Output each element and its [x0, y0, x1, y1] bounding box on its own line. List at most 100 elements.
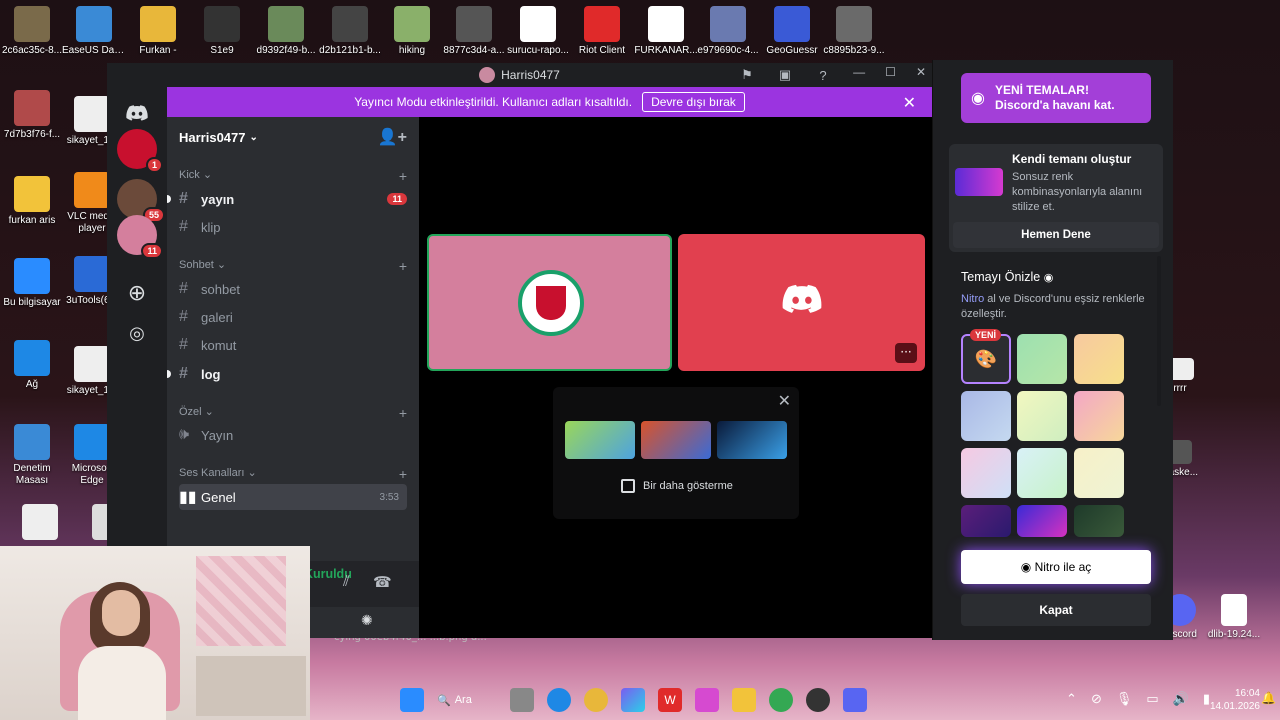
activity-thumbnail-1[interactable]	[565, 421, 635, 459]
channel-komut[interactable]: # komut	[179, 332, 407, 358]
minimize-button[interactable]: —	[853, 65, 865, 79]
chevron-up-icon[interactable]: ⌃	[1066, 691, 1077, 707]
desktop-icon-top-12[interactable]: GeoGuessr	[760, 6, 824, 57]
inbox-icon[interactable]: ▣	[776, 66, 794, 84]
theme-swatch[interactable]	[961, 505, 1011, 537]
create-channel-icon[interactable]: +	[399, 405, 407, 421]
noise-suppression-icon[interactable]: ⫽	[343, 573, 350, 590]
theme-swatch[interactable]	[1074, 334, 1124, 384]
theme-swatch[interactable]	[1074, 448, 1124, 498]
search-button[interactable]: 🔍 Ara	[437, 688, 497, 712]
channel-log[interactable]: # log	[167, 361, 407, 387]
add-server-icon[interactable]: ⊕	[117, 273, 157, 313]
new-themes-banner[interactable]: ◉ YENİ TEMALAR! Discord'a havanı kat.	[961, 73, 1151, 123]
theme-swatch[interactable]	[1074, 505, 1124, 537]
create-channel-icon[interactable]: +	[399, 258, 407, 274]
more-options-icon[interactable]: ···	[895, 343, 917, 363]
desktop-icon-left-6[interactable]: Ağ	[0, 340, 64, 391]
desktop-icon-top-1[interactable]: EaseUS Data Recovery	[62, 6, 126, 57]
disconnect-icon[interactable]: ☎	[373, 573, 392, 591]
theme-swatch[interactable]	[961, 448, 1011, 498]
edge-icon[interactable]	[547, 688, 571, 712]
participant-tile-2[interactable]: ···	[678, 234, 925, 371]
desktop-icon-top-11[interactable]: e979690c-4...	[696, 6, 760, 57]
theme-swatch[interactable]	[1017, 505, 1067, 537]
file-explorer-icon[interactable]	[732, 688, 756, 712]
category-sohbet[interactable]: Sohbet ⌄ +	[179, 258, 407, 274]
flag-icon[interactable]: ⚑	[738, 66, 756, 84]
close-popup-icon[interactable]: ✕	[778, 391, 791, 410]
scrollbar[interactable]	[1157, 256, 1161, 406]
help-icon[interactable]: ?	[814, 66, 832, 84]
maximize-button[interactable]: ☐	[885, 65, 896, 79]
desktop-icon-top-6[interactable]: hiking	[380, 6, 444, 57]
display-icon[interactable]: ▭	[1146, 691, 1158, 707]
battery-icon[interactable]: ▮	[1203, 691, 1210, 707]
store-icon[interactable]	[695, 688, 719, 712]
desktop-icon-top-9[interactable]: Riot Client	[570, 6, 634, 57]
start-menu-icon[interactable]	[400, 688, 424, 712]
activity-thumbnail-3[interactable]	[717, 421, 787, 459]
close-notice-icon[interactable]: ✕	[903, 93, 916, 113]
theme-swatch[interactable]	[1074, 391, 1124, 441]
chrome-icon[interactable]	[584, 688, 608, 712]
dont-show-again-checkbox[interactable]: Bir daha gösterme	[621, 479, 733, 493]
desktop-icon-left-2[interactable]: furkan aris	[0, 176, 64, 227]
unlock-with-nitro-button[interactable]: ◉ Nitro ile aç	[961, 550, 1151, 584]
participant-tile-1[interactable]	[427, 234, 672, 371]
close-panel-button[interactable]: Kapat	[961, 594, 1151, 626]
volume-icon[interactable]: 🔊	[1173, 691, 1189, 707]
discover-icon[interactable]: ◎	[117, 313, 157, 353]
desktop-icon-top-2[interactable]: Furkan -	[126, 6, 190, 57]
discord-taskbar-icon[interactable]	[843, 688, 867, 712]
desktop-icon-top-7[interactable]: 8877c3d4-a...	[442, 6, 506, 57]
theme-swatch[interactable]	[1017, 448, 1067, 498]
channel-sohbet[interactable]: # sohbet	[179, 276, 407, 302]
desktop-icon-top-3[interactable]: S1e9	[190, 6, 254, 57]
discord-home-icon[interactable]	[117, 93, 157, 133]
copilot-icon[interactable]	[621, 688, 645, 712]
disable-streamer-mode-button[interactable]: Devre dışı bırak	[642, 92, 745, 112]
desktop-icon-top-4[interactable]: d9392f49-b...	[254, 6, 318, 57]
notification-bell-icon[interactable]: 🔔	[1261, 691, 1276, 705]
channel-genel-voice[interactable]: ▮▮ Genel 3:53	[179, 484, 407, 510]
server-icon-3[interactable]: 11	[117, 215, 163, 259]
desktop-icon-top-10[interactable]: FURKANAR...	[634, 6, 698, 57]
category-kick[interactable]: Kick ⌄ +	[179, 168, 407, 184]
create-channel-icon[interactable]: +	[399, 168, 407, 184]
channel-yayin-voice[interactable]: 🕪 Yayın	[179, 422, 407, 448]
desktop-icon-top-13[interactable]: c8895b23-9...	[822, 6, 886, 57]
category-ses-kanallari[interactable]: Ses Kanalları ⌄ +	[179, 466, 407, 482]
channel-klip[interactable]: # klip	[179, 214, 407, 240]
desktop-icon-dlib[interactable]: dlib-19.24...	[1202, 594, 1266, 641]
create-channel-icon[interactable]: +	[399, 466, 407, 482]
theme-swatch[interactable]	[1017, 334, 1067, 384]
invite-people-icon[interactable]: 👤+	[378, 127, 407, 147]
theme-swatch[interactable]	[961, 391, 1011, 441]
close-window-button[interactable]: ✕	[916, 65, 926, 79]
nitro-link[interactable]: Nitro	[961, 293, 984, 305]
microphone-icon[interactable]: 🎙	[1116, 691, 1133, 707]
server-icon-2[interactable]: 55	[117, 179, 165, 223]
network-off-icon[interactable]: ⊘	[1091, 691, 1102, 707]
desktop-icon-top-8[interactable]: surucu-rapo...	[506, 6, 570, 57]
soundboard-button[interactable]: ✺	[335, 607, 407, 638]
activity-thumbnail-codenames[interactable]	[641, 421, 711, 459]
server-icon-1[interactable]: 1	[117, 129, 163, 173]
channel-yayin[interactable]: # yayın 11	[167, 186, 407, 212]
try-now-button[interactable]: Hemen Dene	[953, 222, 1159, 248]
recycle-bin-icon[interactable]	[8, 504, 72, 543]
desktop-icon-top-5[interactable]: d2b121b1-b...	[318, 6, 382, 57]
desktop-icon-left-0[interactable]: 7d7b3f76-f...	[0, 90, 64, 141]
desktop-icon-left-4[interactable]: Bu bilgisayar	[0, 258, 64, 309]
server-header[interactable]: Harris0477 ⌄ 👤+	[167, 117, 419, 157]
theme-swatch-custom[interactable]: 🎨	[961, 334, 1011, 384]
category-ozel[interactable]: Özel ⌄ +	[179, 405, 407, 421]
task-view-icon[interactable]	[510, 688, 534, 712]
app-icon-w[interactable]: W	[658, 688, 682, 712]
channel-galeri[interactable]: # galeri	[179, 304, 407, 330]
obs-icon[interactable]	[806, 688, 830, 712]
clock[interactable]: 16:04 14.01.2026	[1210, 687, 1260, 713]
theme-swatch[interactable]	[1017, 391, 1067, 441]
desktop-icon-top-0[interactable]: 2c6ac35c-8...	[0, 6, 64, 57]
